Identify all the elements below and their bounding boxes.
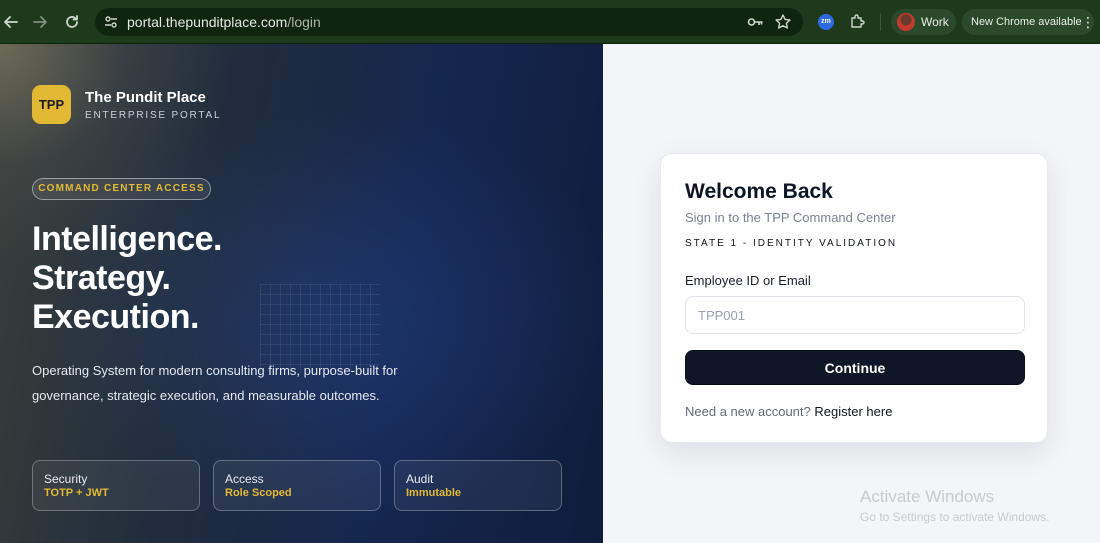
extensions-puzzle-icon[interactable] xyxy=(849,12,867,30)
brand-subtitle: ENTERPRISE PORTAL xyxy=(85,110,222,121)
more-menu-icon[interactable]: ⋮ xyxy=(1081,13,1095,31)
access-pill: COMMAND CENTER ACCESS xyxy=(32,178,211,200)
avatar xyxy=(897,13,915,31)
hero-description: Operating System for modern consulting f… xyxy=(32,363,398,403)
employee-id-label: Employee ID or Email xyxy=(685,273,811,288)
continue-button[interactable]: Continue xyxy=(685,350,1025,385)
password-key-icon[interactable] xyxy=(746,13,764,31)
stat-title: Access xyxy=(225,472,264,486)
chrome-update-label: New Chrome available xyxy=(971,16,1082,28)
register-link[interactable]: Register here xyxy=(814,404,892,419)
register-prompt-text: Need a new account? xyxy=(685,404,811,419)
chrome-update-button[interactable]: New Chrome available ⋮ xyxy=(962,9,1095,35)
stat-value: TOTP + JWT xyxy=(44,487,109,499)
stat-value: Immutable xyxy=(406,487,462,499)
bookmark-star-icon[interactable] xyxy=(774,13,792,31)
stat-card-security: Security TOTP + JWT xyxy=(32,460,200,511)
headline-line: Strategy. xyxy=(32,259,171,297)
brand-name: The Pundit Place xyxy=(85,89,206,106)
url-host: portal.thepunditplace.com xyxy=(127,14,288,30)
profile-name: Work xyxy=(921,15,949,29)
site-settings-icon[interactable] xyxy=(103,14,119,30)
stat-card-access: Access Role Scoped xyxy=(213,460,381,511)
reload-icon[interactable] xyxy=(61,11,83,33)
address-bar[interactable]: portal.thepunditplace.com/login xyxy=(95,8,803,36)
headline-line: Intelligence. xyxy=(32,220,223,258)
activate-windows-watermark: Activate Windows Go to Settings to activ… xyxy=(860,487,1049,524)
profile-button[interactable]: Work xyxy=(891,9,956,35)
headline-line: Execution. xyxy=(32,298,199,336)
browser-toolbar: portal.thepunditplace.com/login zm Work … xyxy=(0,0,1100,44)
toolbar-divider xyxy=(880,13,881,31)
watermark-title: Activate Windows xyxy=(860,487,995,506)
stat-title: Audit xyxy=(406,472,434,486)
forward-icon[interactable] xyxy=(29,11,51,33)
login-subtitle: Sign in to the TPP Command Center xyxy=(685,210,896,225)
stat-card-audit: Audit Immutable xyxy=(394,460,562,511)
hero-panel: TPP The Pundit Place ENTERPRISE PORTAL C… xyxy=(0,44,603,543)
login-panel: Welcome Back Sign in to the TPP Command … xyxy=(603,44,1100,543)
back-icon[interactable] xyxy=(0,11,22,33)
register-prompt: Need a new account? Register here xyxy=(685,404,892,419)
hero-headline: Intelligence. Strategy. Execution. xyxy=(32,220,223,337)
employee-id-input[interactable] xyxy=(685,296,1025,334)
address-url: portal.thepunditplace.com/login xyxy=(127,14,321,30)
stat-title: Security xyxy=(44,472,88,486)
brand-logo: TPP xyxy=(32,85,71,124)
watermark-subtitle: Go to Settings to activate Windows. xyxy=(860,510,1050,524)
login-card: Welcome Back Sign in to the TPP Command … xyxy=(660,153,1048,443)
url-path: /login xyxy=(287,14,321,30)
login-title: Welcome Back xyxy=(685,180,833,203)
login-state-label: STATE 1 - IDENTITY VALIDATION xyxy=(685,238,898,249)
zoom-extension-icon[interactable]: zm xyxy=(818,14,834,30)
stat-value: Role Scoped xyxy=(225,487,292,499)
